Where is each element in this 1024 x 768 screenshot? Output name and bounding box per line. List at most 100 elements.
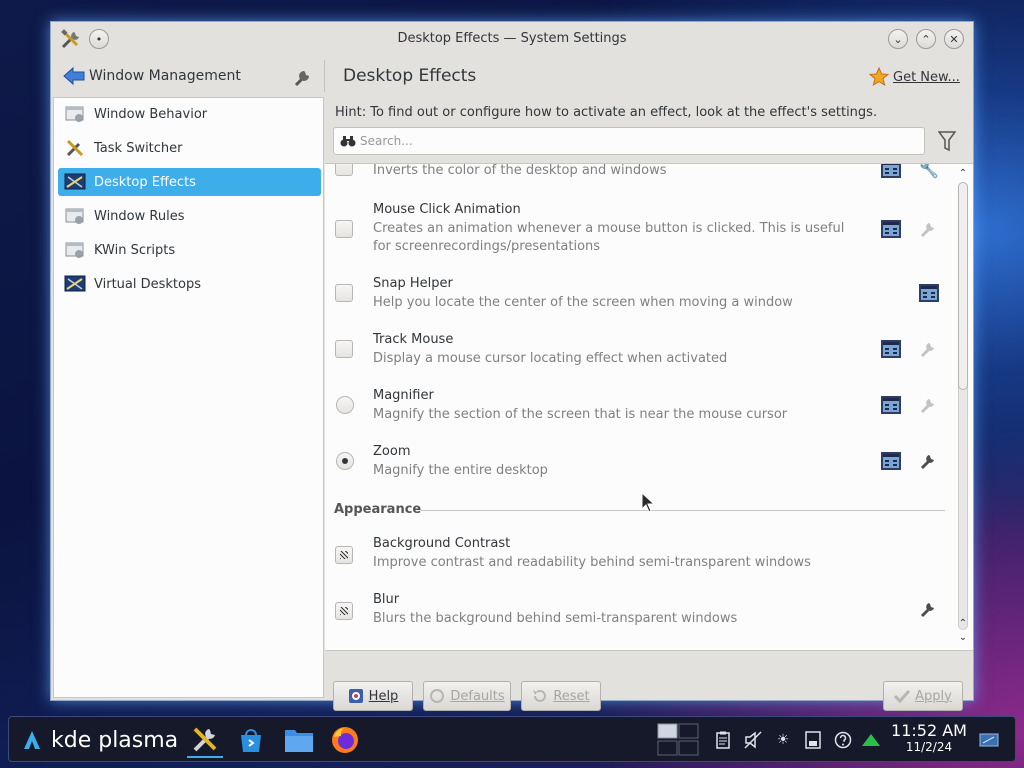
- brightness-icon[interactable]: ☀: [773, 729, 793, 751]
- help-button[interactable]: Help: [333, 681, 413, 711]
- sidebar-item-task-switcher[interactable]: Task Switcher: [58, 134, 321, 162]
- effect-checkbox[interactable]: [335, 284, 353, 302]
- effect-radio[interactable]: [336, 396, 354, 414]
- effect-row-track-mouse[interactable]: Track Mouse Display a mouse cursor locat…: [325, 328, 955, 374]
- back-arrow-icon[interactable]: [63, 66, 85, 86]
- desktop-effects-icon: [64, 171, 86, 193]
- sidebar-item-label: Window Behavior: [94, 106, 208, 122]
- system-settings-task-icon[interactable]: [187, 722, 223, 758]
- effect-checkbox[interactable]: [335, 220, 353, 238]
- help-label: Help: [368, 688, 399, 704]
- scroll-up-icon[interactable]: ⌃: [956, 166, 970, 180]
- effect-name: Mouse Click Animation: [373, 202, 521, 217]
- virtual-desktop-pager[interactable]: [657, 722, 699, 758]
- effect-row-blur[interactable]: Blur Blurs the background behind semi-tr…: [325, 588, 955, 634]
- content-area: Hint: To find out or configure how to ac…: [325, 97, 973, 711]
- taskbar: kde plasma ☀ 11:52 AM 11/2/24: [8, 716, 1016, 762]
- maximize-button[interactable]: ⌃: [916, 29, 936, 49]
- effect-checkbox[interactable]: [335, 546, 353, 564]
- video-icon[interactable]: [879, 164, 903, 180]
- configure-icon[interactable]: [917, 338, 941, 360]
- effect-row-invert[interactable]: Inverts the color of the desktop and win…: [325, 164, 955, 194]
- video-icon[interactable]: [879, 394, 903, 416]
- help-circle-icon[interactable]: [833, 729, 853, 751]
- apply-label: Apply: [915, 688, 952, 704]
- virtual-desktops-icon: [64, 273, 86, 295]
- clipboard-icon[interactable]: [713, 729, 733, 751]
- effect-description: Improve contrast and readability behind …: [373, 555, 811, 570]
- effect-name: Blur: [373, 592, 400, 607]
- effect-row-snap-helper[interactable]: Snap Helper Help you locate the center o…: [325, 272, 955, 318]
- sidebar-item-label: KWin Scripts: [94, 242, 176, 258]
- configure-icon[interactable]: [917, 394, 941, 416]
- video-icon[interactable]: [917, 282, 941, 304]
- search-input[interactable]: [360, 134, 900, 148]
- sidebar-item-virtual-desktops[interactable]: Virtual Desktops: [58, 270, 321, 298]
- window-rules-icon: [64, 205, 86, 227]
- configure-icon[interactable]: [917, 598, 941, 620]
- mouse-cursor-icon: [640, 491, 656, 514]
- show-desktop-icon[interactable]: [979, 729, 999, 751]
- group-heading-appearance: Appearance: [334, 502, 422, 517]
- effects-list: Inverts the color of the desktop and win…: [325, 163, 973, 651]
- effect-description: Inverts the color of the desktop and win…: [373, 163, 667, 178]
- storage-icon[interactable]: [803, 729, 823, 751]
- configure-icon[interactable]: [917, 218, 941, 240]
- scroll-down-icon[interactable]: ⌃: [956, 616, 970, 630]
- star-icon: [869, 67, 889, 87]
- video-icon[interactable]: [879, 338, 903, 360]
- title-bar[interactable]: • Desktop Effects — System Settings ⌄ ⌃ …: [51, 22, 973, 56]
- sidebar: Window Behavior Task Switcher Desktop Ef…: [53, 97, 324, 698]
- configure-icon[interactable]: [917, 450, 941, 472]
- effect-row-background-contrast[interactable]: Background Contrast Improve contrast and…: [325, 532, 955, 578]
- defaults-label: Defaults: [450, 688, 505, 704]
- apply-button[interactable]: Apply: [883, 681, 963, 711]
- close-button[interactable]: ✕: [944, 29, 964, 49]
- sidebar-item-kwin-scripts[interactable]: KWin Scripts: [58, 236, 321, 264]
- defaults-icon: [429, 688, 445, 704]
- sidebar-item-desktop-effects[interactable]: Desktop Effects: [58, 168, 321, 196]
- sidebar-item-label: Desktop Effects: [94, 174, 196, 190]
- header-bar: Window Management Desktop Effects Get Ne…: [51, 56, 973, 96]
- sidebar-item-label: Task Switcher: [94, 140, 183, 156]
- page-title: Desktop Effects: [343, 66, 477, 86]
- scroll-thumb[interactable]: [958, 182, 968, 390]
- video-icon[interactable]: [879, 450, 903, 472]
- reset-icon: [532, 688, 548, 704]
- sidebar-item-label: Window Rules: [94, 208, 185, 224]
- effect-name: Snap Helper: [373, 276, 453, 291]
- filter-icon[interactable]: [935, 129, 959, 153]
- reset-button[interactable]: Reset: [521, 681, 601, 711]
- clock[interactable]: 11:52 AM 11/2/24: [889, 721, 969, 754]
- kde-logo-icon: [21, 729, 43, 751]
- search-field[interactable]: [333, 127, 925, 155]
- configure-icon[interactable]: [291, 65, 315, 89]
- video-icon[interactable]: [879, 218, 903, 240]
- scrollbar[interactable]: ⌃ ⌃ ⌄: [956, 164, 970, 650]
- get-new-button[interactable]: Get New...: [869, 66, 960, 88]
- clock-date: 11/2/24: [905, 740, 953, 754]
- category-title[interactable]: Window Management: [89, 68, 241, 84]
- scroll-down-icon[interactable]: ⌄: [956, 630, 970, 644]
- effect-description: Help you locate the center of the screen…: [373, 295, 793, 310]
- firefox-icon[interactable]: [327, 722, 363, 758]
- effect-radio[interactable]: [336, 452, 354, 470]
- file-manager-icon[interactable]: [281, 722, 317, 758]
- effect-row-zoom[interactable]: Zoom Magnify the entire desktop: [325, 440, 955, 486]
- kwin-scripts-icon: [64, 239, 86, 261]
- sidebar-item-window-behavior[interactable]: Window Behavior: [58, 100, 321, 128]
- sidebar-item-window-rules[interactable]: Window Rules: [58, 202, 321, 230]
- effect-row-mouse-click[interactable]: Mouse Click Animation Creates an animati…: [325, 198, 955, 260]
- effect-checkbox[interactable]: [335, 602, 353, 620]
- effect-checkbox[interactable]: [335, 340, 353, 358]
- effect-checkbox[interactable]: [335, 164, 353, 176]
- effect-row-magnifier[interactable]: Magnifier Magnify the section of the scr…: [325, 384, 955, 430]
- configure-icon[interactable]: 🔧: [917, 164, 941, 180]
- network-up-icon[interactable]: [861, 729, 881, 751]
- volume-muted-icon[interactable]: [743, 729, 763, 751]
- binoculars-icon: [340, 135, 356, 147]
- discover-store-icon[interactable]: [233, 722, 269, 758]
- minimize-button[interactable]: ⌄: [888, 29, 908, 49]
- defaults-button[interactable]: Defaults: [423, 681, 511, 711]
- application-launcher[interactable]: kde plasma: [21, 725, 178, 755]
